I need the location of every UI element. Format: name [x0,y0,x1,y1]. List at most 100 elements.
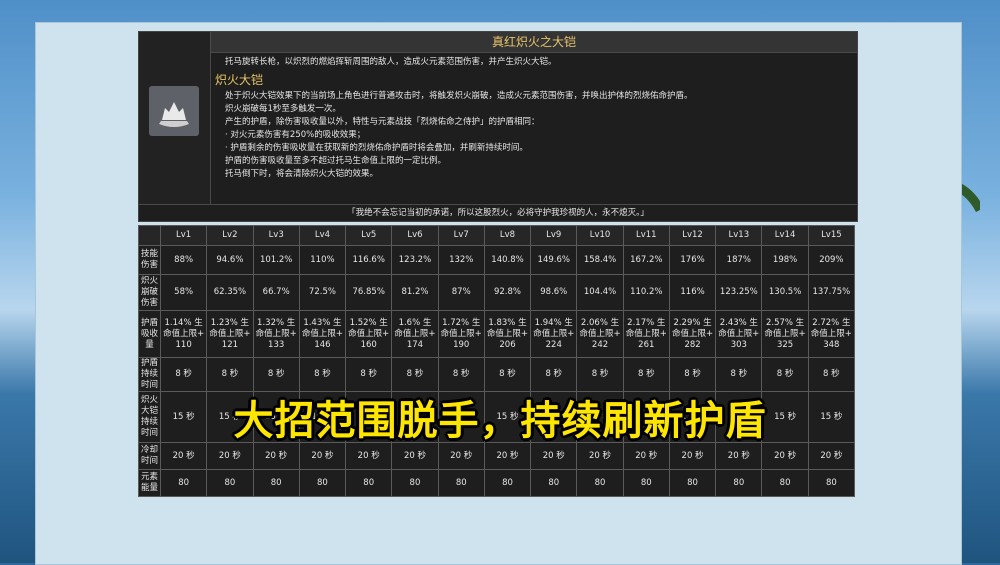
value-cell: 2.29% 生命值上限+ 282 [668,310,717,358]
value-cell: 104.4% [576,274,624,311]
level-header: Lv14 [761,225,809,246]
level-header: Lv1 [159,225,208,246]
value-cell: 137.75% [807,274,856,311]
skill-quote: 「我绝不会忘记当初的承诺，所以这股烈火，必将守护我珍视的人，永不熄灭。」 [139,204,857,222]
level-header: Lv4 [298,225,347,246]
level-header: Lv2 [206,225,254,246]
value-cell: 20 秒 [298,442,347,470]
value-cell: 58% [159,274,208,311]
value-cell: 110.2% [622,274,670,311]
value-cell: 8 秒 [252,357,300,392]
value-cell: 8 秒 [391,357,439,392]
table-row: 护盾吸收量 1.14% 生命值上限+ 110 1.23% 生命值上限+ 121 1.3… [138,310,856,358]
value-cell: 66.7% [252,274,300,311]
level-header: Lv9 [530,225,578,246]
value-cell: 20 秒 [159,442,208,470]
value-cell: 2.43% 生命值上限+ 303 [715,310,763,358]
value-cell: 80 [206,469,254,497]
value-cell: 76.85% [345,274,393,311]
row-label: 护盾持续时间 [138,357,161,392]
table-row: 技能伤害 88% 94.6% 101.2% 110% 116.6% 123.2% 132% 14… [138,245,856,275]
table-corner-cell [138,225,161,246]
value-cell: 20 秒 [622,442,670,470]
value-cell: 123.2% [391,245,439,275]
value-cell: 8 秒 [298,357,347,392]
value-cell: 20 秒 [206,442,254,470]
table-row: 护盾持续时间 8 秒8 秒8 秒8 秒8 秒8 秒8 秒8 秒8 秒8 秒8 秒8… [138,357,856,392]
value-cell: 81.2% [391,274,439,311]
value-cell: 80 [576,469,624,497]
value-cell: 1.94% 生命值上限+ 224 [530,310,578,358]
value-cell: 167.2% [622,245,670,275]
value-cell: 1.23% 生命值上限+ 121 [206,310,254,358]
value-cell: 2.57% 生命值上限+ 325 [761,310,809,358]
value-cell: 20 秒 [668,442,717,470]
value-cell: 2.72% 生命值上限+ 348 [807,310,856,358]
value-cell: 2.17% 生命值上限+ 261 [622,310,670,358]
value-cell: 20 秒 [715,442,763,470]
value-cell: 80 [761,469,809,497]
skill-intro: 托马旋转长枪，以炽烈的燃焰挥斩周围的敌人，造成火元素范围伤害，并产生炽火大铠。 [225,57,557,67]
value-cell: 1.6% 生命值上限+ 174 [391,310,439,358]
value-cell: 80 [298,469,347,497]
value-cell: 80 [437,469,485,497]
row-label: 炽火崩破伤害 [138,274,161,311]
value-cell: 1.52% 生命值上限+ 160 [345,310,393,358]
value-cell: 101.2% [252,245,300,275]
value-cell: 8 秒 [715,357,763,392]
level-header: Lv3 [252,225,300,246]
value-cell: 140.8% [483,245,532,275]
value-cell: 80 [715,469,763,497]
value-cell: 94.6% [206,245,254,275]
level-header: Lv6 [391,225,439,246]
value-cell: 80 [345,469,393,497]
row-label: 冷却时间 [138,442,161,470]
value-cell: 80 [530,469,578,497]
level-header: Lv13 [715,225,763,246]
level-header: Lv7 [437,225,485,246]
desc-line: · 护盾剩余的伤害吸收量在获取新的烈烧佑命护盾时将会叠加，并刷新持续时间。 [225,143,528,153]
level-table: Lv1 Lv2 Lv3 Lv4 Lv5 Lv6 Lv7 Lv8 Lv9 Lv10 Lv11 Lv12 L… [138,225,856,497]
value-cell: 8 秒 [761,357,809,392]
value-cell: 98.6% [530,274,578,311]
value-cell: 149.6% [530,245,578,275]
level-header: Lv10 [576,225,624,246]
value-cell: 88% [159,245,208,275]
value-cell: 80 [807,469,856,497]
level-header: Lv5 [345,225,393,246]
value-cell: 8 秒 [159,357,208,392]
value-cell: 1.43% 生命值上限+ 146 [298,310,347,358]
value-cell: 80 [483,469,532,497]
value-cell: 80 [391,469,439,497]
level-header: Lv8 [483,225,532,246]
value-cell: 20 秒 [437,442,485,470]
skill-description: 托马旋转长枪，以炽烈的燃焰挥斩周围的敌人，造成火元素范围伤害，并产生炽火大铠。 … [215,56,845,181]
value-cell: 8 秒 [530,357,578,392]
value-cell: 116.6% [345,245,393,275]
skill-description-panel: 真红炽火之大铠 托马旋转长枪，以炽烈的燃焰挥斩周围的敌人，造成火元素范围伤害，并… [138,31,858,222]
value-cell: 130.5% [761,274,809,311]
level-header: Lv11 [622,225,670,246]
value-cell: 209% [807,245,856,275]
value-cell: 8 秒 [622,357,670,392]
row-label: 技能伤害 [138,245,161,275]
value-cell: 8 秒 [206,357,254,392]
value-cell: 80 [668,469,717,497]
value-cell: 176% [668,245,717,275]
desc-line: 产生的护盾，除伤害吸收量以外，特性与元素战技「烈烧佑命之侍护」的护盾相同： [225,117,540,127]
value-cell: 20 秒 [345,442,393,470]
value-cell: 2.06% 生命值上限+ 242 [576,310,624,358]
value-cell: 8 秒 [576,357,624,392]
level-header: Lv15 [807,225,856,246]
value-cell: 123.25% [715,274,763,311]
value-cell: 80 [159,469,208,497]
value-cell: 8 秒 [483,357,532,392]
table-row: 冷却时间 20 秒 20 秒 20 秒 20 秒 20 秒 20 秒 20 秒 20 秒 20 秒… [138,442,856,470]
desc-line: 处于炽火大铠效果下的当前场上角色进行普通攻击时，将触发炽火崩破，造成火元素范围伤… [225,91,693,101]
value-cell: 198% [761,245,809,275]
value-cell: 20 秒 [807,442,856,470]
table-row: 炽火崩破伤害 58% 62.35% 66.7% 72.5% 76.85% 81.2% 87% 9… [138,274,856,311]
skill-burst-icon [149,86,199,136]
row-label: 元素能量 [138,469,161,497]
value-cell: 87% [437,274,485,311]
